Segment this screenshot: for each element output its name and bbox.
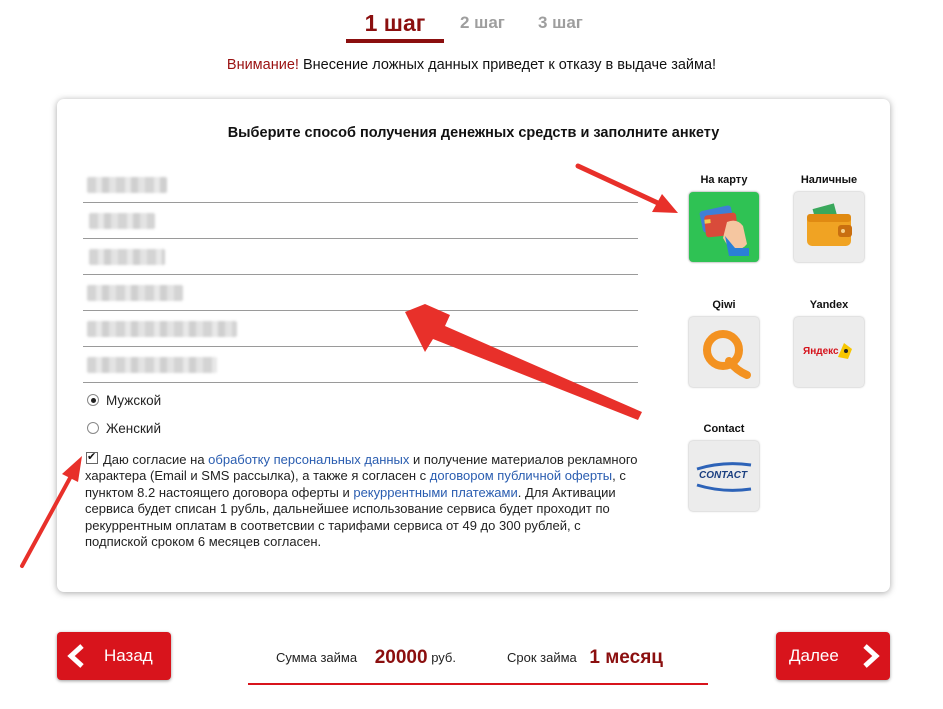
input-field-2[interactable]	[83, 204, 638, 239]
card-in-hand-icon	[699, 205, 749, 256]
payment-card-label: На карту	[700, 174, 748, 186]
loan-sum-value: 20000	[374, 647, 428, 668]
consent-part-1: Даю согласие на	[103, 452, 209, 467]
payment-method-contact[interactable]: Contact CONTACT	[688, 423, 760, 511]
payment-qiwi-tile[interactable]	[689, 317, 759, 387]
radio-male[interactable]	[87, 394, 99, 406]
payment-cash-label: Наличные	[800, 174, 858, 186]
payment-contact-tile[interactable]: CONTACT	[689, 441, 759, 511]
step-2: 2 шаг	[460, 13, 505, 32]
warning-text: Внесение ложных данных приведет к отказу…	[298, 57, 717, 73]
payment-qiwi-label: Qiwi	[712, 299, 736, 311]
payment-method-yandex[interactable]: Yandex Яндекс	[793, 299, 865, 387]
loan-sum-unit: руб.	[431, 650, 456, 665]
payment-method-cash[interactable]: Наличные	[793, 174, 865, 262]
loan-term: Срок займа 1 месяц	[507, 646, 663, 668]
gender-male-label: Мужской	[106, 393, 162, 408]
payment-yandex-label: Yandex	[809, 299, 849, 311]
payment-method-card[interactable]: На карту	[688, 174, 760, 262]
warning-prefix: Внимание!	[226, 57, 299, 73]
contact-logo-text: CONTACT	[699, 470, 748, 481]
back-button[interactable]: Назад	[57, 632, 171, 680]
public-offer-link[interactable]: договором публичной оферты	[430, 468, 612, 483]
step-1-active: 1 шаг	[364, 10, 426, 36]
recurring-payments-link[interactable]: рекуррентными платежами	[353, 485, 517, 500]
gender-female-label: Женский	[106, 421, 162, 436]
chevron-right-icon	[863, 644, 880, 668]
step-indicator: 1 шаг 2 шаг 3 шаг	[0, 8, 943, 48]
active-step-underline	[346, 39, 444, 43]
input-field-1[interactable]	[83, 168, 638, 203]
input-field-6[interactable]	[83, 348, 638, 383]
loan-term-value: 1 месяц	[589, 647, 663, 668]
form-title: Выберите способ получения денежных средс…	[227, 125, 720, 141]
loan-term-label: Срок займа	[507, 650, 577, 665]
personal-data-link[interactable]: обработку персональных данных	[208, 452, 409, 467]
consent-text: Даю согласие на обработку персональных д…	[85, 452, 645, 550]
payment-contact-label: Contact	[703, 423, 745, 435]
loan-sum: Сумма займа 20000 руб.	[276, 646, 456, 668]
next-button[interactable]: Далее	[776, 632, 890, 680]
payment-yandex-tile[interactable]: Яндекс	[794, 317, 864, 387]
back-button-label: Назад	[104, 646, 153, 665]
payment-method-qiwi[interactable]: Qiwi	[688, 299, 760, 387]
loan-sum-label: Сумма займа	[276, 650, 358, 665]
payment-card-tile[interactable]	[689, 192, 759, 262]
yandex-money-icon	[838, 343, 852, 359]
chevron-left-icon	[67, 644, 84, 668]
qiwi-logo-icon	[703, 330, 751, 379]
step-3: 3 шаг	[538, 13, 583, 32]
radio-female[interactable]	[87, 422, 99, 434]
application-form-card: Выберите способ получения денежных средс…	[57, 99, 890, 592]
next-button-label: Далее	[789, 646, 839, 665]
payment-cash-tile[interactable]	[794, 192, 864, 262]
summary-underline	[248, 683, 708, 685]
input-field-4[interactable]	[83, 276, 638, 311]
wallet-icon	[807, 203, 852, 246]
warning-message: Внимание! Внесение ложных данных приведе…	[0, 57, 943, 73]
input-field-3[interactable]	[83, 240, 638, 275]
input-field-5[interactable]	[83, 312, 638, 347]
